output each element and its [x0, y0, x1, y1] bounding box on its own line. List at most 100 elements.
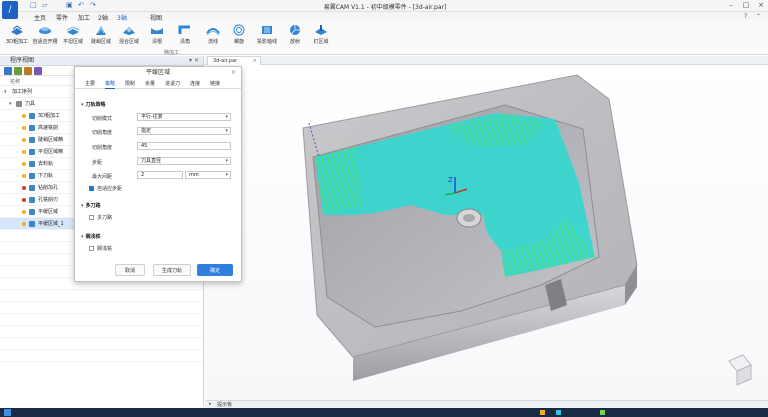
dialog-title-bar: 平缓区域 ×	[75, 67, 241, 78]
operation-icon	[29, 221, 35, 227]
cut-mode-select[interactable]: 平行-往复 ▾	[137, 113, 231, 121]
tab-lead[interactable]: 进退刀	[165, 80, 180, 87]
stepover-select[interactable]: 刀具直径 ▾	[137, 157, 231, 165]
status-arrow-icon[interactable]: ▸	[209, 401, 212, 407]
clean-root-icon	[151, 28, 163, 34]
max-step-unit-select[interactable]: mm ▾	[185, 171, 231, 179]
close-window-button[interactable]: ×	[754, 0, 768, 11]
minimize-button[interactable]: –	[724, 0, 738, 11]
operation-icon	[29, 113, 35, 119]
panel-pin-icon[interactable]: ▾ ✕	[189, 56, 199, 66]
ribbon-spiral-button[interactable]: 螺旋	[224, 24, 254, 50]
help-icon[interactable]: ?	[744, 13, 747, 20]
nail-area-icon	[315, 25, 327, 35]
chevron-down-icon: ▾	[225, 114, 228, 120]
panel-title: 程序视图	[10, 57, 35, 64]
stepover-label: 步距	[92, 160, 103, 166]
expand-icon[interactable]: ▾	[4, 86, 7, 98]
projection-icon	[262, 26, 272, 34]
multipass-label: 多刀路	[97, 215, 113, 221]
taskbar-app-icon[interactable]	[556, 410, 561, 415]
skip-label: 搁浅铣	[97, 246, 113, 252]
operation-label: 陡峭区域精	[38, 137, 64, 143]
tab-link[interactable]: 链接	[210, 80, 220, 87]
ok-status-icon	[22, 174, 26, 178]
ok-status-icon	[22, 162, 26, 166]
new-file-icon[interactable]: □	[30, 1, 37, 9]
operation-label: 平坦区域精	[38, 149, 64, 155]
trigger-hole-inner	[463, 214, 475, 222]
ribbon-nail-area-button[interactable]: 钉区域	[306, 24, 336, 50]
ribbon-3d-rough-button[interactable]: 3D粗加工	[2, 24, 32, 50]
ribbon-flat-area-button[interactable]: 平坦区域	[58, 24, 88, 50]
adaptive-step-checkbox[interactable]	[89, 186, 94, 191]
radial-icon	[290, 25, 300, 35]
generate-toolpath-button[interactable]: 生成刀轨	[153, 264, 191, 276]
ribbon-toolbar: 3D粗加工 自适应开槽 平坦区域 陡峭区域 混合区域 清根 清角 流线 螺旋 投…	[0, 21, 768, 56]
program-view-icon[interactable]	[4, 67, 12, 75]
section-toolpath-strategy[interactable]: 刀轨策略	[81, 101, 106, 108]
window-title: 易翼CAM V1.1 - 初中级模零件 - [3d-air.par]	[323, 4, 447, 11]
toolpath-green-left	[315, 145, 363, 215]
undo-icon[interactable]: ↶	[78, 1, 84, 9]
start-icon[interactable]	[4, 409, 11, 416]
status-bar: ▸ 提示板	[205, 400, 768, 408]
tab-stock[interactable]: 余量	[145, 80, 155, 87]
adaptive-step-label: 自适应步距	[97, 186, 123, 192]
section-skip[interactable]: 搁浅铁	[81, 233, 101, 240]
chevron-down-icon: ▾	[225, 172, 228, 178]
taskbar-app-icon[interactable]	[600, 410, 605, 415]
tab-connect[interactable]: 连接	[190, 80, 200, 87]
flat-area-icon	[66, 26, 80, 35]
document-tab-bar: 3d-air.par ×	[205, 56, 768, 65]
ok-status-icon	[22, 150, 26, 154]
document-tab-label: 3d-air.par	[213, 58, 238, 64]
ribbon-group-label: 精加工	[164, 50, 180, 56]
tree-root-label: 加工序列	[12, 89, 33, 95]
app-logo-icon[interactable]: ∕	[2, 1, 18, 19]
method-view-icon[interactable]	[34, 67, 42, 75]
open-file-icon[interactable]: ▱	[42, 1, 47, 9]
cancel-button[interactable]: 取消	[115, 264, 145, 276]
tab-main[interactable]: 主要	[85, 80, 95, 87]
model-scene: Z	[302, 74, 752, 386]
ribbon-projection-button[interactable]: 投影轴线	[252, 24, 282, 50]
tool-view-icon[interactable]	[14, 67, 22, 75]
ribbon-adaptive-slot-button[interactable]: 自适应开槽	[30, 24, 60, 50]
ribbon-clean-root-button[interactable]: 清根	[142, 24, 172, 50]
3d-viewport[interactable]: Z	[205, 65, 768, 400]
ribbon-mixed-area-button[interactable]: 混合区域	[114, 24, 144, 50]
expand-icon[interactable]: ▾	[9, 98, 12, 110]
ribbon-clean-corner-button[interactable]: 清角	[170, 24, 200, 50]
max-step-input[interactable]: 2	[137, 171, 183, 179]
geometry-view-icon[interactable]	[24, 67, 32, 75]
adaptive-slot-icon	[39, 27, 51, 34]
ok-button[interactable]: 确定	[197, 264, 233, 276]
document-tab[interactable]: 3d-air.par ×	[207, 56, 261, 65]
chevron-down-icon: ▾	[225, 158, 228, 164]
cut-angle-mode-select[interactable]: 指定 ▾	[137, 127, 231, 135]
ribbon-steep-area-button[interactable]: 陡峭区域	[86, 24, 116, 50]
operation-icon	[29, 185, 35, 191]
angle-input[interactable]: 45	[137, 142, 231, 150]
dialog-tabs: 主要 策略 限制 余量 进退刀 连接 链接	[75, 78, 241, 89]
save-icon[interactable]: ▣	[66, 1, 73, 9]
redo-icon[interactable]: ↷	[90, 1, 96, 9]
section-multipass[interactable]: 多刀路	[81, 202, 101, 209]
tab-limits[interactable]: 限制	[125, 80, 135, 87]
close-tab-icon[interactable]: ×	[253, 57, 257, 65]
tab-strategy[interactable]: 策略	[105, 80, 116, 89]
ribbon-collapse-icon[interactable]: ⌃	[756, 13, 761, 20]
taskbar-app-icon[interactable]	[540, 410, 545, 415]
dialog-close-button[interactable]: ×	[231, 67, 236, 78]
maximize-button[interactable]: □	[739, 0, 753, 11]
multipass-checkbox[interactable]	[89, 215, 94, 220]
skip-checkbox[interactable]	[89, 246, 94, 251]
spiral-icon	[233, 24, 245, 36]
title-bar: □ ▱ ▣ ↶ ↷ 易翼CAM V1.1 - 初中级模零件 - [3d-air.…	[0, 0, 768, 12]
ok-status-icon	[22, 126, 26, 130]
folder-icon	[16, 101, 22, 107]
dialog-title: 平缓区域	[145, 69, 170, 76]
cut-mode-label: 切削模式	[92, 116, 113, 122]
operation-label: 高速铣削	[38, 125, 59, 131]
